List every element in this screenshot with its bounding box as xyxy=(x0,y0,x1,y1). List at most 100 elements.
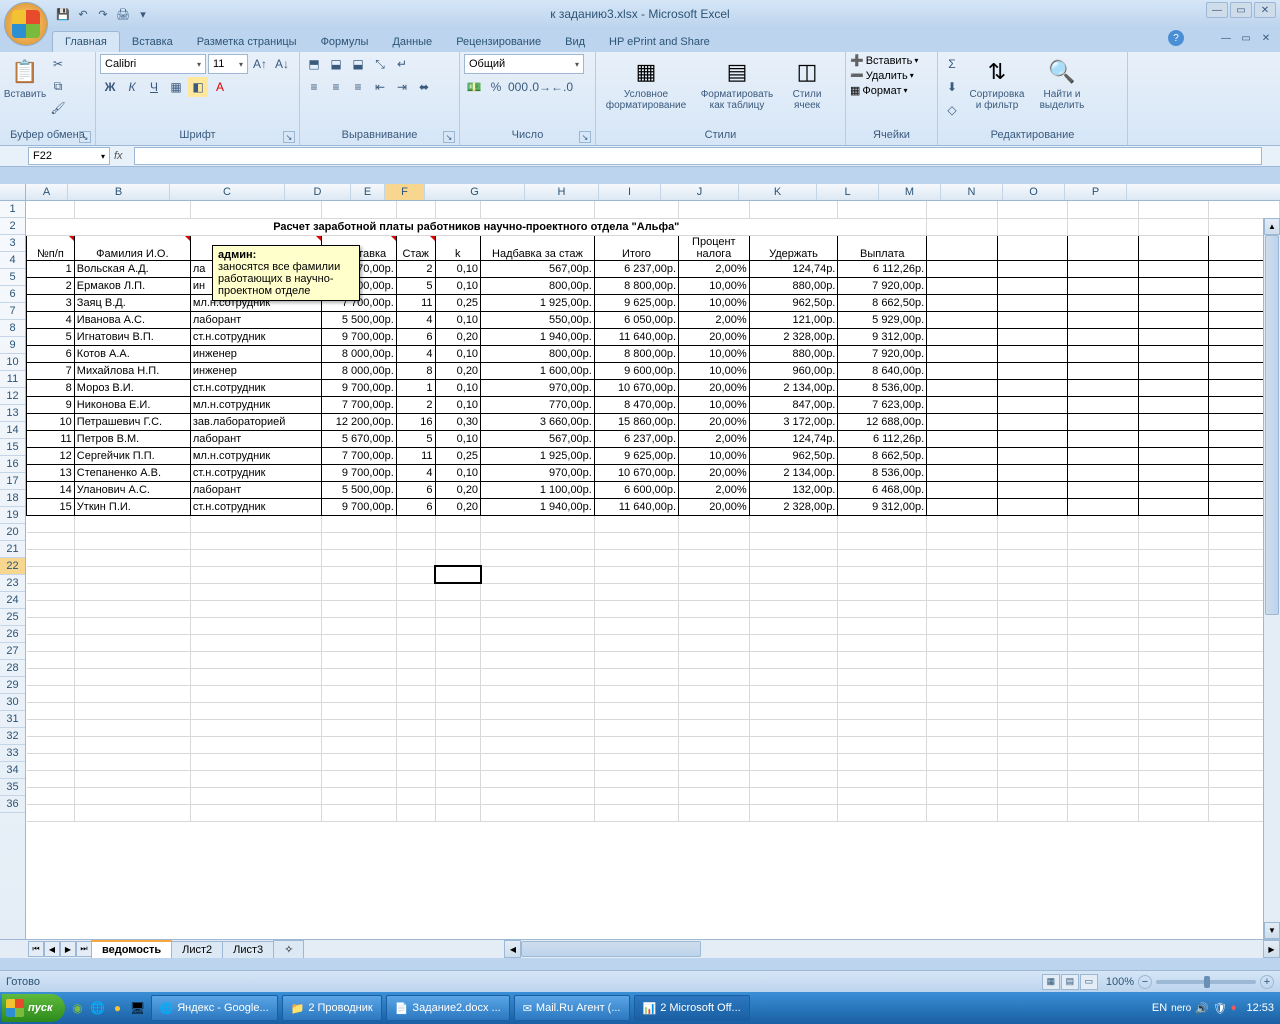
font-size-combo[interactable]: 11▾ xyxy=(208,54,248,74)
normal-view-icon[interactable]: ▦ xyxy=(1042,974,1060,990)
row-header[interactable]: 32 xyxy=(0,728,25,745)
quickprint-icon[interactable]: 🖨 xyxy=(114,5,132,23)
horizontal-scrollbar[interactable]: ◀ ▶ xyxy=(504,940,1280,958)
taskbar-item[interactable]: 📁2 Проводник xyxy=(282,995,382,1021)
row-header[interactable]: 18 xyxy=(0,490,25,507)
tab-hp-eprint[interactable]: HP ePrint and Share xyxy=(597,32,722,52)
row-header[interactable]: 2 xyxy=(0,218,25,235)
row-header[interactable]: 34 xyxy=(0,762,25,779)
tab-view[interactable]: Вид xyxy=(553,32,597,52)
decrease-indent-icon[interactable]: ⇤ xyxy=(370,77,390,97)
col-header-O[interactable]: O xyxy=(1003,184,1065,200)
taskbar-item[interactable]: 🌐Яндекс - Google... xyxy=(151,995,278,1021)
underline-button[interactable]: Ч xyxy=(144,77,164,97)
row-header[interactable]: 24 xyxy=(0,592,25,609)
sheet-tab[interactable]: Лист3 xyxy=(222,941,274,958)
ql-chrome-icon[interactable]: 🌐 xyxy=(89,999,107,1017)
clipboard-launcher[interactable]: ↘ xyxy=(79,131,91,143)
align-right-icon[interactable]: ≡ xyxy=(348,77,368,97)
tray-icon[interactable]: 🛡 xyxy=(1213,1002,1227,1015)
col-header-D[interactable]: D xyxy=(285,184,351,200)
clock[interactable]: 12:53 xyxy=(1246,1002,1274,1014)
row-header[interactable]: 8 xyxy=(0,320,25,337)
maximize-button[interactable]: ▭ xyxy=(1230,2,1252,18)
tab-formulas[interactable]: Формулы xyxy=(309,32,381,52)
undo-icon[interactable]: ↶ xyxy=(74,5,92,23)
formula-input[interactable] xyxy=(134,147,1262,165)
zoom-out-button[interactable]: − xyxy=(1138,975,1152,989)
merge-center-icon[interactable]: ⬌ xyxy=(414,77,434,97)
customize-qat-icon[interactable]: ▾ xyxy=(134,5,152,23)
col-header-C[interactable]: C xyxy=(170,184,285,200)
decrease-decimal-icon[interactable]: ←.0 xyxy=(552,77,572,97)
align-left-icon[interactable]: ≡ xyxy=(304,77,324,97)
insert-cells-button[interactable]: ➕Вставить▾ xyxy=(850,54,918,67)
col-header-B[interactable]: B xyxy=(68,184,170,200)
font-name-combo[interactable]: Calibri▾ xyxy=(100,54,206,74)
cells-area[interactable]: Расчет заработной платы работников научн… xyxy=(26,201,1280,939)
col-header-A[interactable]: A xyxy=(26,184,68,200)
comma-icon[interactable]: 000 xyxy=(508,77,528,97)
select-all-corner[interactable] xyxy=(0,184,26,200)
find-select-button[interactable]: 🔍Найти и выделить xyxy=(1032,54,1092,113)
col-header-N[interactable]: N xyxy=(941,184,1003,200)
row-header[interactable]: 27 xyxy=(0,643,25,660)
row-header[interactable]: 20 xyxy=(0,524,25,541)
increase-font-icon[interactable]: A↑ xyxy=(250,54,270,74)
row-header[interactable]: 22 xyxy=(0,558,25,575)
row-header[interactable]: 11 xyxy=(0,371,25,388)
number-format-combo[interactable]: Общий▾ xyxy=(464,54,584,74)
scroll-right-icon[interactable]: ▶ xyxy=(1263,940,1280,958)
increase-indent-icon[interactable]: ⇥ xyxy=(392,77,412,97)
row-header[interactable]: 7 xyxy=(0,303,25,320)
start-button[interactable]: пуск xyxy=(2,994,65,1022)
currency-icon[interactable]: 💵 xyxy=(464,77,484,97)
col-header-L[interactable]: L xyxy=(817,184,879,200)
page-break-view-icon[interactable]: ▭ xyxy=(1080,974,1098,990)
col-header-H[interactable]: H xyxy=(525,184,599,200)
row-header[interactable]: 10 xyxy=(0,354,25,371)
row-header[interactable]: 13 xyxy=(0,405,25,422)
row-header[interactable]: 25 xyxy=(0,609,25,626)
language-indicator[interactable]: EN xyxy=(1152,1002,1167,1014)
minimize-button[interactable]: — xyxy=(1206,2,1228,18)
ql-icon[interactable]: ◉ xyxy=(69,999,87,1017)
row-header[interactable]: 31 xyxy=(0,711,25,728)
border-icon[interactable]: ▦ xyxy=(166,77,186,97)
row-header[interactable]: 28 xyxy=(0,660,25,677)
col-header-K[interactable]: K xyxy=(739,184,817,200)
align-top-icon[interactable]: ⬒ xyxy=(304,54,324,74)
decrease-font-icon[interactable]: A↓ xyxy=(272,54,292,74)
percent-icon[interactable]: % xyxy=(486,77,506,97)
sheet-tab-active[interactable]: ведомость xyxy=(91,940,172,958)
autosum-icon[interactable]: Σ xyxy=(942,54,962,74)
row-header[interactable]: 15 xyxy=(0,439,25,456)
help-icon[interactable]: ? xyxy=(1168,30,1184,46)
fx-icon[interactable]: fx xyxy=(114,150,130,162)
taskbar-item[interactable]: ✉Mail.Ru Агент (... xyxy=(514,995,630,1021)
row-header[interactable]: 36 xyxy=(0,796,25,813)
italic-button[interactable]: К xyxy=(122,77,142,97)
row-header[interactable]: 6 xyxy=(0,286,25,303)
sort-filter-button[interactable]: ⇅Сортировка и фильтр xyxy=(964,54,1030,113)
new-sheet-tab[interactable]: ✧ xyxy=(273,940,304,958)
col-header-G[interactable]: G xyxy=(425,184,525,200)
scroll-up-icon[interactable]: ▲ xyxy=(1264,218,1280,235)
tab-page-layout[interactable]: Разметка страницы xyxy=(185,32,309,52)
align-bottom-icon[interactable]: ⬓ xyxy=(348,54,368,74)
scroll-down-icon[interactable]: ▼ xyxy=(1264,922,1280,939)
wrap-text-icon[interactable]: ↵ xyxy=(392,54,412,74)
row-header[interactable]: 3 xyxy=(0,235,25,252)
row-header[interactable]: 1 xyxy=(0,201,25,218)
orientation-icon[interactable]: ⤡ xyxy=(370,54,390,74)
tab-insert[interactable]: Вставка xyxy=(120,32,185,52)
close-button[interactable]: ✕ xyxy=(1254,2,1276,18)
office-button[interactable] xyxy=(4,2,48,46)
scroll-thumb-h[interactable] xyxy=(521,941,701,957)
zoom-slider[interactable] xyxy=(1156,980,1256,984)
vertical-scrollbar[interactable]: ▲ ▼ xyxy=(1263,218,1280,939)
col-header-J[interactable]: J xyxy=(661,184,739,200)
redo-icon[interactable]: ↷ xyxy=(94,5,112,23)
zoom-in-button[interactable]: + xyxy=(1260,975,1274,989)
tray-icon[interactable]: 🔊 xyxy=(1195,1002,1209,1015)
